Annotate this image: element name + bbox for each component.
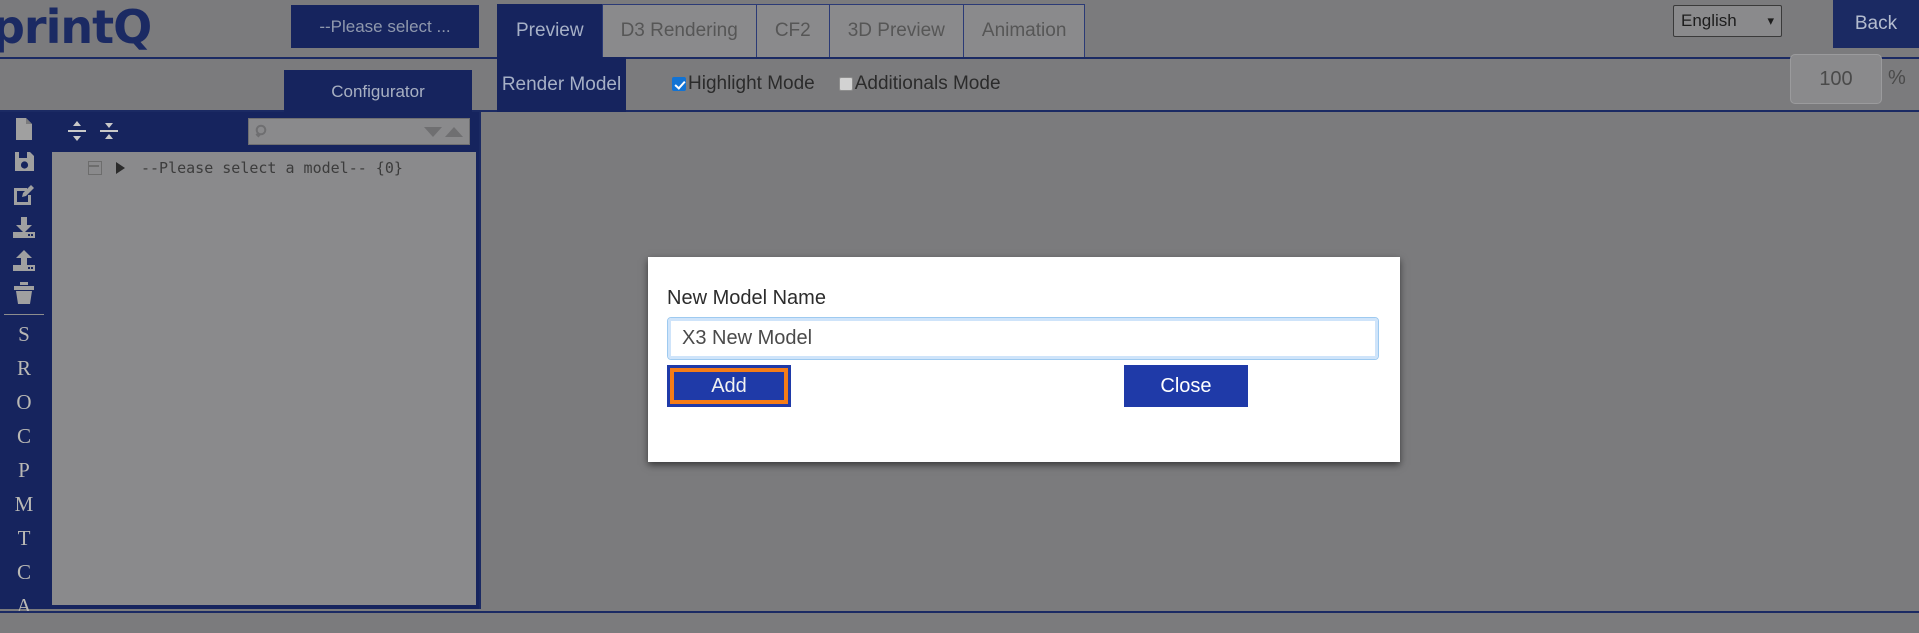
rail-letter-c[interactable]: C [0, 419, 48, 453]
model-tree-panel: --Please select a model-- {0} [48, 112, 480, 609]
sort-ascending-icon[interactable] [445, 126, 463, 137]
new-file-icon[interactable] [0, 112, 48, 145]
zoom-input[interactable]: 100 [1790, 54, 1882, 104]
expand-all-icon[interactable] [64, 118, 90, 144]
new-model-dialog: New Model Name Add Close [648, 257, 1400, 462]
save-icon[interactable] [0, 145, 48, 178]
tree-root-label: --Please select a model-- {0} [141, 159, 403, 177]
add-button-label: Add [711, 374, 747, 397]
rail-divider [4, 314, 44, 315]
checkbox-checked-icon [672, 76, 686, 91]
chevron-down-icon: ▾ [1767, 13, 1774, 28]
edit-icon[interactable] [0, 178, 48, 211]
rail-letter-s[interactable]: S [0, 317, 48, 351]
tab-3d-preview[interactable]: 3D Preview [828, 4, 964, 57]
printq-logo: printQ [0, 0, 152, 54]
tree-search-input[interactable] [270, 122, 421, 141]
header-bar: printQ --Please select ... Configurator … [0, 0, 1919, 113]
rail-letter-m[interactable]: M [0, 487, 48, 521]
tab-animation[interactable]: Animation [962, 4, 1086, 57]
back-button[interactable]: Back [1833, 0, 1919, 48]
new-model-name-label: New Model Name [667, 287, 826, 309]
highlight-mode-checkbox[interactable]: Highlight Mode [672, 73, 815, 95]
add-button[interactable]: Add [667, 365, 791, 407]
additionals-mode-label: Additionals Mode [854, 72, 1001, 94]
tree-toolbar [48, 112, 480, 150]
zoom-unit-label: % [1888, 66, 1906, 89]
rail-letter-p[interactable]: P [0, 453, 48, 487]
rail-letter-t[interactable]: T [0, 521, 48, 555]
mode-options: Highlight Mode Additionals Mode [672, 57, 1001, 110]
node-box-icon [88, 161, 102, 175]
tree-search-box[interactable] [248, 118, 470, 145]
download-icon[interactable] [0, 211, 48, 244]
left-icon-rail: S R O C P M T C A [0, 112, 48, 618]
tab-strip: Preview D3 Rendering CF2 3D Preview Anim… [497, 4, 1086, 58]
rail-letter-o[interactable]: O [0, 385, 48, 419]
close-button[interactable]: Close [1124, 365, 1248, 407]
sort-descending-icon[interactable] [424, 126, 442, 137]
tab-preview[interactable]: Preview [497, 4, 603, 57]
model-select-button[interactable]: --Please select ... [291, 5, 479, 48]
highlight-mode-label: Highlight Mode [688, 72, 815, 94]
rail-letter-a[interactable]: A [0, 589, 48, 623]
checkbox-unchecked-icon [838, 76, 853, 91]
tree-root-node[interactable]: --Please select a model-- {0} [52, 152, 476, 184]
delete-icon[interactable] [0, 277, 48, 310]
tab-d3-rendering[interactable]: D3 Rendering [601, 4, 757, 57]
collapse-all-icon[interactable] [96, 118, 122, 144]
language-value: English [1681, 11, 1737, 30]
tab-cf2[interactable]: CF2 [755, 4, 830, 57]
language-select[interactable]: English ▾ [1673, 5, 1782, 37]
footer-divider [0, 611, 1919, 613]
new-model-name-input[interactable] [667, 317, 1379, 360]
tab-render-model[interactable]: Render Model [497, 57, 626, 112]
rail-letter-r[interactable]: R [0, 351, 48, 385]
chevron-right-icon[interactable] [116, 162, 125, 174]
configurator-button[interactable]: Configurator [284, 70, 472, 113]
rail-letter-c2[interactable]: C [0, 555, 48, 589]
tree-body: --Please select a model-- {0} [52, 152, 476, 605]
additionals-mode-checkbox[interactable]: Additionals Mode [838, 72, 1001, 95]
upload-icon[interactable] [0, 244, 48, 277]
search-icon [255, 124, 270, 139]
